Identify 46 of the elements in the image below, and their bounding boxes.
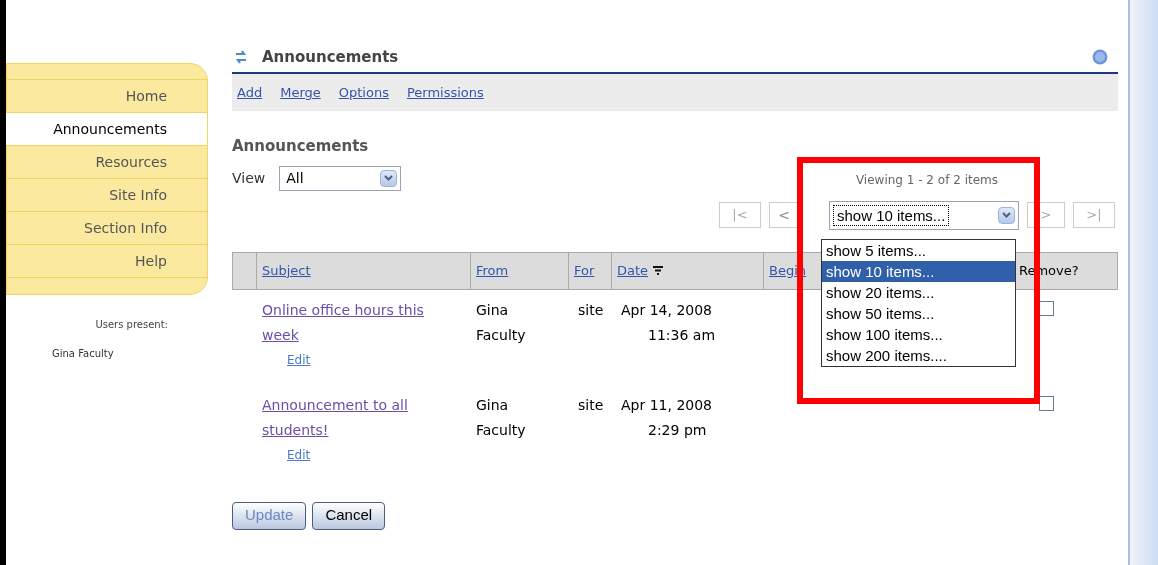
presence-label: Users present:: [94, 318, 169, 332]
column-header[interactable]: Date: [617, 260, 649, 281]
page-size-option[interactable]: show 50 items...: [822, 303, 1015, 324]
date-cell-text: Apr 14, 2008: [621, 300, 713, 320]
from-cell-text: Gina Faculty: [476, 395, 527, 440]
previous-page-button[interactable]: <: [769, 202, 799, 228]
user-name: Gina Faculty: [51, 347, 115, 361]
page-size-select[interactable]: show 10 items...: [829, 200, 1019, 230]
for-cell-text: site: [577, 395, 605, 415]
column-header[interactable]: From: [476, 260, 509, 281]
view-select[interactable]: All: [279, 165, 402, 191]
tool-title: Announcements: [262, 46, 399, 68]
announcement-link[interactable]: Announcement to all students!: [262, 392, 452, 443]
toolbar-link[interactable]: Merge: [280, 82, 321, 103]
page-size-option[interactable]: show 10 items...: [822, 261, 1015, 282]
sidebar-item[interactable]: Section Info: [7, 212, 207, 245]
toolbar-link[interactable]: Permissions: [406, 82, 484, 103]
refresh-arrows-icon: [234, 49, 248, 65]
sidebar-item[interactable]: Site Info: [7, 179, 207, 212]
scrollbar[interactable]: [1128, 0, 1158, 565]
page-size-option[interactable]: show 20 items...: [822, 282, 1015, 303]
toolbar-link[interactable]: Add: [237, 82, 263, 103]
section-heading: Announcements: [232, 136, 370, 157]
edit-link[interactable]: Edit: [287, 347, 311, 373]
for-cell-text: site: [577, 300, 605, 320]
date-cell-text: Apr 11, 2008: [621, 395, 713, 415]
column-header[interactable]: For: [574, 260, 595, 281]
sidebar-item[interactable]: Help: [7, 245, 207, 278]
from-cell-text: Gina Faculty: [476, 300, 527, 345]
time-cell-text: 2:29 pm: [647, 420, 708, 440]
sidebar-item[interactable]: Announcements: [6, 113, 207, 146]
toolbar-link[interactable]: Options: [338, 82, 389, 103]
viewing-summary: Viewing 1 - 2 of 2 items: [855, 171, 998, 189]
sort-icon: [653, 266, 664, 275]
form-button[interactable]: Cancel: [312, 501, 386, 530]
help-icon[interactable]: [1092, 49, 1108, 65]
page-size-option[interactable]: show 5 items...: [822, 240, 1015, 261]
sidebar-item[interactable]: Resources: [7, 146, 207, 179]
page-size-option[interactable]: show 200 items....: [822, 345, 1015, 366]
edit-link[interactable]: Edit: [287, 442, 311, 468]
page-size-option[interactable]: show 100 items...: [822, 324, 1015, 345]
view-label: View: [232, 168, 266, 188]
announcement-link[interactable]: Online office hours this week: [262, 297, 452, 348]
remove-checkbox[interactable]: [1039, 395, 1054, 411]
column-header[interactable]: Subject: [262, 260, 311, 281]
time-cell-text: 11:36 am: [647, 325, 716, 345]
